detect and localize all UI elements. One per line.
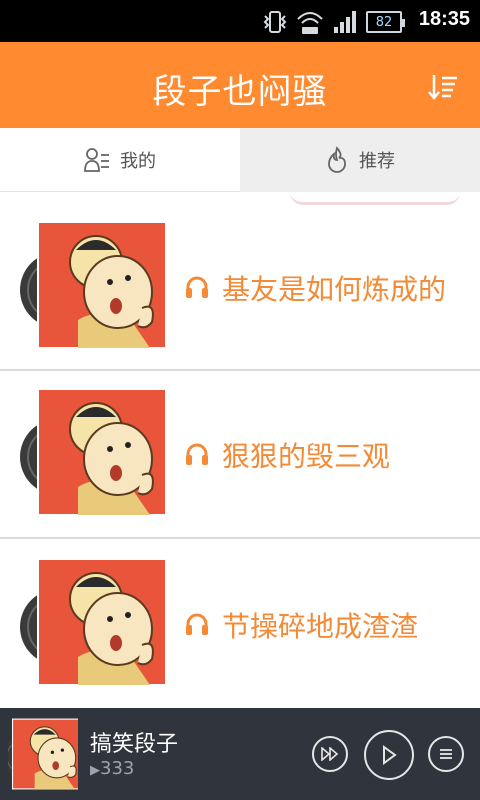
cover-image <box>19 221 167 349</box>
item-title: 节操碎地成渣渣 <box>222 610 419 643</box>
status-time: 18:35 <box>418 8 470 30</box>
vibrate-icon <box>263 11 287 33</box>
play-button[interactable] <box>364 730 414 780</box>
list-item[interactable]: 狠狠的毁三观 <box>0 371 480 539</box>
mini-player[interactable]: 搞笑段子 ▶333 <box>0 708 480 800</box>
list-item[interactable]: 基友是如何炼成的 <box>0 202 480 370</box>
app-header: 段子也闷骚 <box>0 42 480 128</box>
wifi-icon <box>297 12 323 34</box>
fast-forward-button[interactable] <box>312 736 348 772</box>
sort-icon[interactable] <box>428 72 458 102</box>
play-count: ▶333 <box>90 758 134 779</box>
tab-recommend[interactable]: 推荐 <box>240 128 480 192</box>
tab-mine[interactable]: 我的 <box>0 128 240 192</box>
headphones-icon <box>184 613 210 637</box>
list-item[interactable]: 节操碎地成渣渣 <box>0 539 480 707</box>
page-title: 段子也闷骚 <box>152 72 328 112</box>
cover-image <box>19 388 167 516</box>
tab-mine-label: 我的 <box>120 150 156 172</box>
menu-button[interactable] <box>428 736 464 772</box>
play-count-value: 333 <box>100 758 135 779</box>
status-bar: 82 18:35 <box>0 0 480 42</box>
play-icon <box>383 745 397 765</box>
headphones-icon <box>184 276 210 300</box>
fast-forward-icon <box>321 747 339 761</box>
cover-image <box>19 558 167 686</box>
status-icons: 82 <box>262 9 405 35</box>
content-list: 基友是如何炼成的 狠狠的毁三观 节操碎地成渣渣 <box>0 192 480 708</box>
flame-icon <box>328 146 346 173</box>
menu-icon <box>440 749 452 759</box>
battery-indicator: 82 <box>366 11 405 33</box>
play-count-icon: ▶ <box>90 763 100 778</box>
headphones-icon <box>184 443 210 467</box>
signal-icon <box>334 11 356 33</box>
player-title: 搞笑段子 <box>90 732 179 757</box>
player-cover-image <box>8 718 78 790</box>
user-list-icon <box>84 147 109 172</box>
tab-bar: 我的 推荐 <box>0 128 480 192</box>
item-title: 基友是如何炼成的 <box>222 273 447 306</box>
tab-recommend-label: 推荐 <box>359 151 395 172</box>
item-title: 狠狠的毁三观 <box>222 440 391 473</box>
